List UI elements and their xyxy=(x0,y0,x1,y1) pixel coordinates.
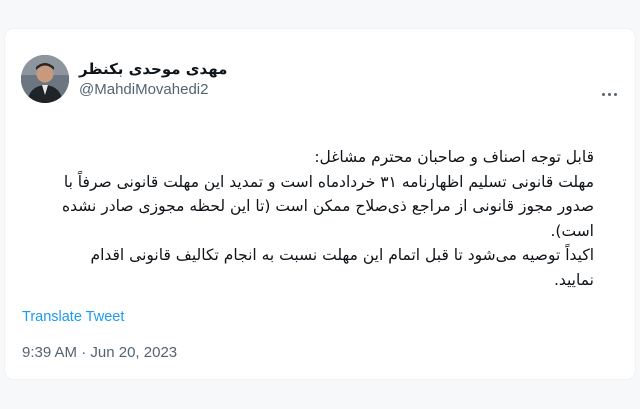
translate-tweet-link[interactable]: Translate Tweet xyxy=(22,309,124,325)
tweet-timestamp[interactable]: 9:39 AM · Jun 20, 2023 xyxy=(22,344,177,361)
tweet-text-line: اکیداً توصیه می‌شود تا قبل اتمام این مهل… xyxy=(90,246,594,264)
user-handle[interactable]: @MahdiMovahedi2 xyxy=(79,81,208,98)
tweet-text-line: قابل توجه اصناف و صاحبان محترم مشاغل: xyxy=(314,148,594,166)
meta-separator: · xyxy=(77,344,91,361)
more-horizontal-icon xyxy=(601,92,605,96)
tweet-text: قابل توجه اصناف و صاحبان محترم مشاغل: مه… xyxy=(34,145,594,292)
tweet-time: 9:39 AM xyxy=(22,344,78,361)
more-options-button[interactable] xyxy=(598,84,620,104)
avatar[interactable] xyxy=(21,55,69,103)
display-name[interactable]: مهدی موحدی بکنظر xyxy=(79,60,227,78)
tweet-date: Jun 20, 2023 xyxy=(90,344,178,361)
tweet-text-line: نمایید. xyxy=(553,270,594,289)
tweet-text-line: است). xyxy=(550,221,595,240)
tweet-text-line: صدور مجوز قانونی از مراجع ذی‌صلاح ممکن ا… xyxy=(61,197,594,215)
tweet-text-line: مهلت قانونی تسلیم اظهارنامه ۳۱ خردادماه … xyxy=(63,172,594,191)
